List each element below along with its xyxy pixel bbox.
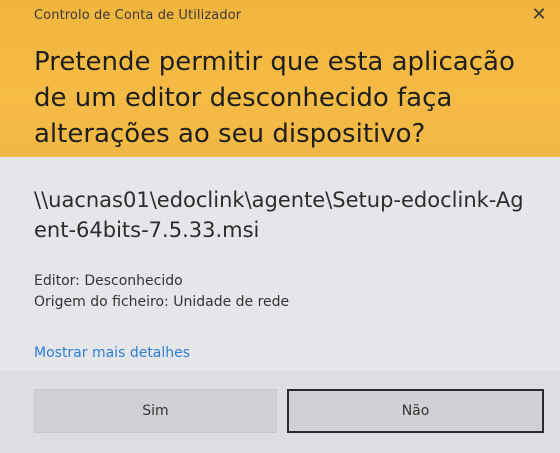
uac-dialog: Controlo de Conta de Utilizador ✕ Preten… [0, 0, 560, 453]
file-info: Editor: Desconhecido Origem do ficheiro:… [34, 271, 289, 313]
dialog-title: Controlo de Conta de Utilizador [34, 8, 242, 23]
permission-question: Pretende permitir que esta aplicação de … [34, 47, 515, 149]
button-bar: Sim Não [0, 371, 560, 453]
dialog-body: \\uacnas01\edoclink\agente\Setup-edoclin… [0, 157, 560, 453]
yes-button[interactable]: Sim [34, 389, 277, 433]
file-path: \\uacnas01\edoclink\agente\Setup-edoclin… [34, 188, 524, 242]
show-more-details-link[interactable]: Mostrar mais detalhes [34, 345, 190, 361]
origin-text: Origem do ficheiro: Unidade de rede [34, 294, 290, 310]
close-icon[interactable]: ✕ [528, 4, 550, 26]
dialog-header: Controlo de Conta de Utilizador ✕ Preten… [0, 0, 560, 157]
publisher-text: Editor: Desconhecido [34, 273, 183, 289]
no-button[interactable]: Não [287, 389, 544, 433]
